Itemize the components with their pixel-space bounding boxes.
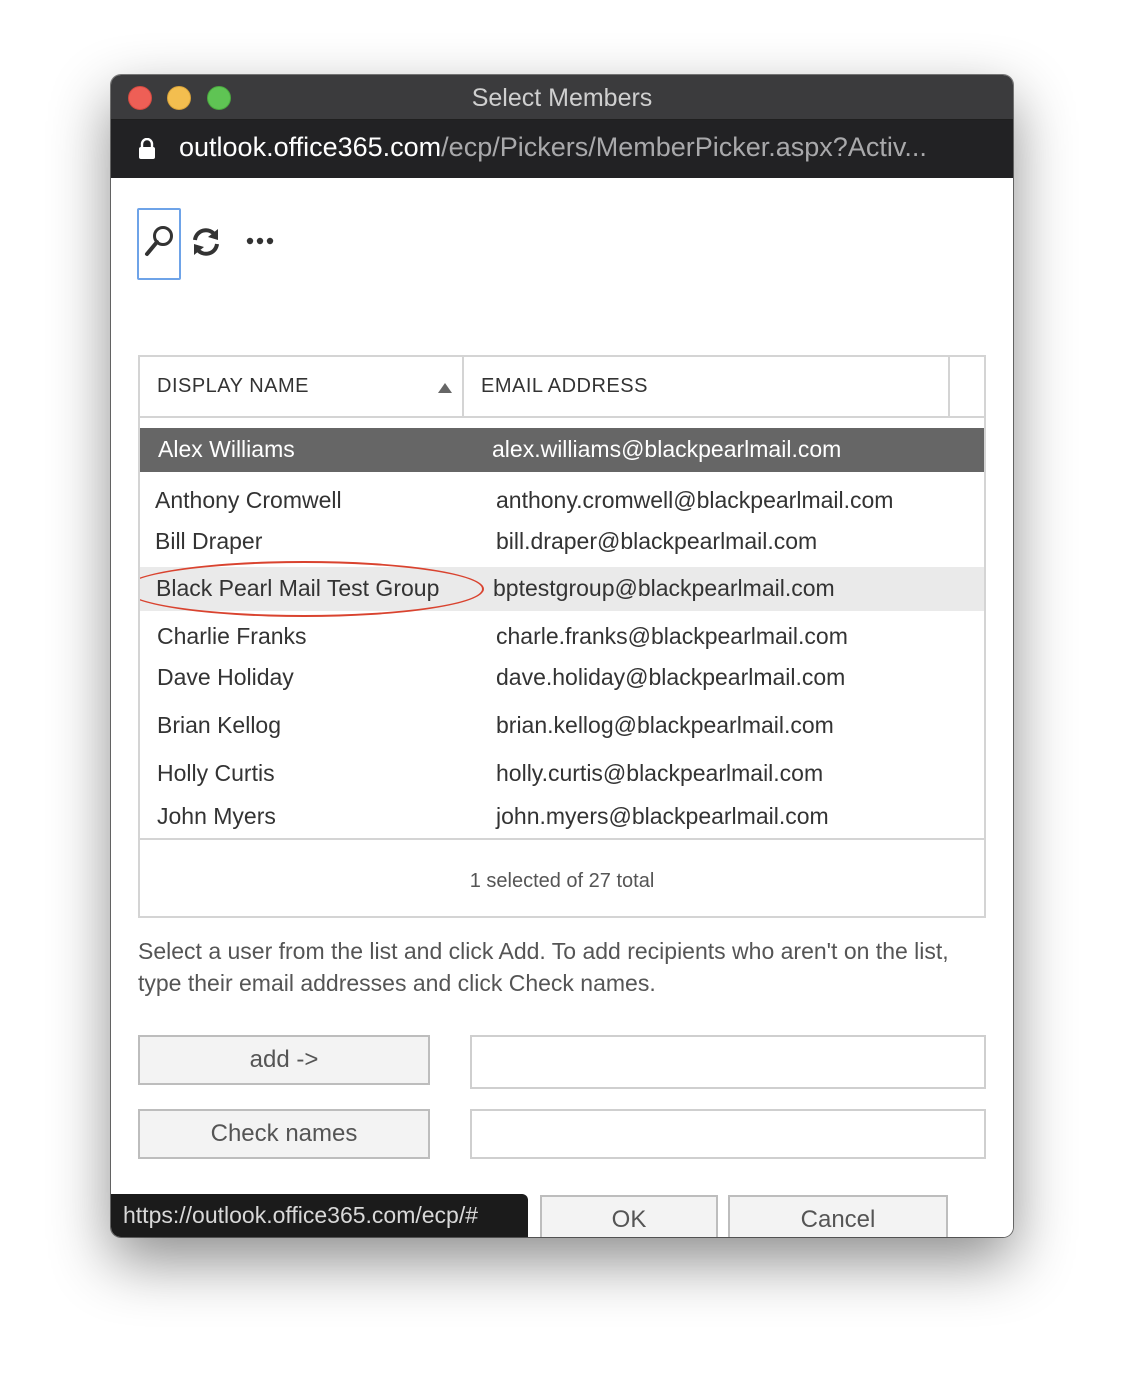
row-email: bill.draper@blackpearlmail.com <box>496 528 818 554</box>
check-names-button[interactable]: Check names <box>138 1109 430 1159</box>
refresh-button[interactable] <box>188 208 224 280</box>
row-email: dave.holiday@blackpearlmail.com <box>496 664 846 690</box>
selection-count: 1 selected of 27 total <box>469 870 655 892</box>
table-row[interactable]: Bill Draper bill.draper@blackpearlmail.c… <box>140 520 984 564</box>
grid-footer: 1 selected of 27 total <box>140 838 984 916</box>
cancel-button[interactable]: Cancel <box>728 1195 948 1237</box>
picker-content: DISPLAY NAME EMAIL ADDRESS Alex Williams… <box>111 178 1013 1237</box>
add-button[interactable]: add -> <box>138 1035 430 1085</box>
url-bar: outlook.office365.com/ecp/Pickers/Member… <box>111 120 1013 178</box>
row-display-name: Black Pearl Mail Test Group <box>156 575 440 601</box>
row-email: anthony.cromwell@blackpearlmail.com <box>496 487 894 513</box>
members-grid: DISPLAY NAME EMAIL ADDRESS Alex Williams… <box>138 355 986 918</box>
row-email: charle.franks@blackpearlmail.com <box>496 623 848 649</box>
table-row[interactable]: Holly Curtis holly.curtis@blackpearlmail… <box>140 752 984 796</box>
more-icon <box>246 237 274 245</box>
table-row[interactable]: Anthony Cromwell anthony.cromwell@blackp… <box>140 479 984 523</box>
row-email: john.myers@blackpearlmail.com <box>496 803 829 829</box>
row-email: brian.kellog@blackpearlmail.com <box>496 712 834 738</box>
table-row[interactable]: Brian Kellog brian.kellog@blackpearlmail… <box>140 704 984 748</box>
grid-rows: Alex Williams alex.williams@blackpearlma… <box>140 418 984 838</box>
row-email: alex.williams@blackpearlmail.com <box>492 436 842 462</box>
column-divider[interactable] <box>462 357 464 416</box>
column-divider[interactable] <box>948 357 950 416</box>
column-header-display-name[interactable]: DISPLAY NAME <box>157 357 309 416</box>
select-members-window: Select Members outlook.office365.com/ecp… <box>111 75 1013 1237</box>
table-row[interactable]: Dave Holiday dave.holiday@blackpearlmail… <box>140 656 984 700</box>
row-display-name: Brian Kellog <box>157 712 282 738</box>
table-row[interactable]: Alex Williams alex.williams@blackpearlma… <box>140 428 984 472</box>
row-display-name: Anthony Cromwell <box>155 487 342 513</box>
refresh-icon <box>193 228 219 256</box>
table-row[interactable]: Charlie Franks charle.franks@blackpearlm… <box>140 615 984 659</box>
table-row[interactable]: Black Pearl Mail Test Group bptestgroup@… <box>140 561 984 617</box>
title-bar[interactable]: Select Members <box>111 75 1013 120</box>
add-members-field[interactable] <box>470 1035 986 1089</box>
sort-ascending-icon <box>438 383 452 393</box>
url-host: outlook.office365.com <box>179 132 442 162</box>
row-display-name: Alex Williams <box>158 436 295 462</box>
row-email: bptestgroup@blackpearlmail.com <box>493 575 835 601</box>
ok-button[interactable]: OK <box>540 1195 718 1237</box>
row-display-name: Charlie Franks <box>157 623 307 649</box>
more-options-button[interactable] <box>243 208 279 280</box>
grid-header: DISPLAY NAME EMAIL ADDRESS <box>140 357 984 418</box>
search-button[interactable] <box>137 208 181 280</box>
lock-icon <box>139 138 155 159</box>
row-display-name: Holly Curtis <box>157 760 275 786</box>
column-header-email-address[interactable]: EMAIL ADDRESS <box>481 357 648 416</box>
check-names-field[interactable] <box>470 1109 986 1159</box>
window-title: Select Members <box>471 84 653 112</box>
url-path: /ecp/Pickers/MemberPicker.aspx?Activ... <box>441 132 927 162</box>
url-text: outlook.office365.com/ecp/Pickers/Member… <box>179 132 927 163</box>
row-display-name: John Myers <box>157 803 276 829</box>
instructions-text: Select a user from the list and click Ad… <box>138 938 949 996</box>
search-icon <box>145 226 173 256</box>
row-email: holly.curtis@blackpearlmail.com <box>496 760 824 786</box>
row-display-name: Bill Draper <box>155 528 263 554</box>
row-display-name: Dave Holiday <box>157 664 294 690</box>
status-bar-link: https://outlook.office365.com/ecp/# <box>111 1194 528 1237</box>
table-row[interactable]: John Myers john.myers@blackpearlmail.com <box>140 795 984 838</box>
